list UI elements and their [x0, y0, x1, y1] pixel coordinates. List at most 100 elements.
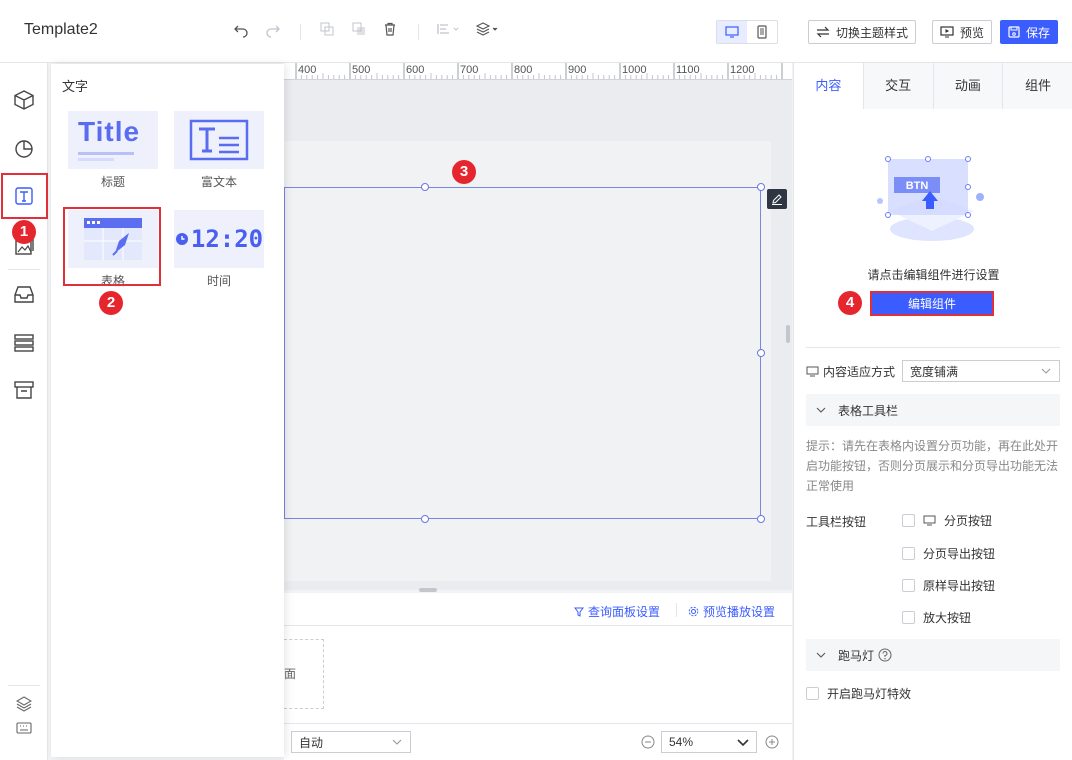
monitor-icon [725, 26, 739, 38]
tab-component[interactable]: 组件 [1003, 63, 1072, 109]
scale-mode-value: 自动 [299, 735, 324, 750]
selected-table-component[interactable] [284, 187, 761, 519]
checkbox-label: 放大按钮 [923, 611, 972, 625]
clock-icon: 12:20 [174, 210, 264, 268]
toolbar-buttons-label-text: 工具栏按钮 [806, 515, 867, 529]
query-panel-settings-link[interactable]: 查询面板设置 [574, 603, 660, 620]
chevron-down-icon [392, 739, 402, 745]
resize-handle-top[interactable] [421, 183, 429, 191]
table-toolbar-section[interactable]: 表格工具栏 [806, 394, 1060, 426]
edit-pen-icon[interactable] [767, 189, 787, 209]
marquee-section[interactable]: 跑马灯 [806, 639, 1060, 671]
layers-icon[interactable] [475, 22, 500, 40]
switch-theme-button[interactable]: 切换主题样式 [808, 20, 917, 44]
query-panel-settings-label: 查询面板设置 [588, 605, 661, 619]
toolbar-tip-text: 提示：请先在表格内设置分页功能，再在此处开启功能按钮，否则分页展示和分页导出功能… [806, 439, 1059, 493]
paste-icon[interactable] [350, 22, 368, 40]
checkbox-label: 分页导出按钮 [923, 547, 996, 561]
checkbox-zoom-button[interactable]: 放大按钮 [902, 609, 971, 626]
save-icon [1008, 26, 1020, 38]
save-button[interactable]: 保存 [1000, 20, 1059, 44]
desktop-view-button[interactable] [717, 21, 747, 43]
zoom-select[interactable]: 54% [661, 731, 757, 753]
edit-component-button[interactable]: 编辑组件 [872, 293, 992, 314]
edit-hint-text: 请点击编辑组件进行设置 [867, 268, 1000, 282]
form-list-icon[interactable] [10, 328, 38, 356]
chart-pie-icon[interactable] [10, 134, 38, 162]
vertical-scrollbar[interactable] [786, 325, 790, 343]
checkbox[interactable] [902, 547, 915, 560]
monitor-icon [806, 366, 819, 377]
help-icon[interactable] [878, 648, 892, 662]
align-icon[interactable] [437, 22, 461, 40]
title-text-icon: Title [68, 111, 158, 169]
top-toolbar: Template2 切换主题样式 预览 保存 [0, 0, 1072, 63]
checkbox-original-export[interactable]: 原样导出按钮 [902, 577, 995, 594]
step-badge-2: 2 [99, 291, 123, 315]
title-component-card[interactable]: Title 标题 [68, 111, 158, 190]
tab-content[interactable]: 内容 [794, 63, 864, 109]
gear-icon [688, 606, 699, 617]
rich-text-component-card[interactable]: 富文本 [174, 111, 264, 190]
canvas-area: 3 [284, 80, 792, 592]
tab-interaction[interactable]: 交互 [864, 63, 934, 109]
properties-tabs: 内容 交互 动画 组件 [794, 63, 1072, 109]
edit-component-highlight: 编辑组件 [870, 291, 994, 316]
ruler-ticks [295, 63, 783, 79]
title-component-label: 标题 [100, 175, 125, 189]
section-divider [806, 347, 1060, 348]
component-sidebar [0, 63, 48, 760]
mobile-view-button[interactable] [747, 21, 777, 43]
phone-icon [757, 25, 767, 39]
fit-mode-label-text: 内容适应方式 [823, 365, 896, 379]
flyout-title: 文字 [62, 79, 89, 94]
horizontal-scrollbar[interactable] [419, 588, 437, 592]
resize-handle-bottom-right[interactable] [757, 515, 765, 523]
zoom-in-icon[interactable] [765, 735, 779, 752]
checkbox-pagination-button[interactable]: 分页按钮 [902, 512, 992, 529]
tab-animation[interactable]: 动画 [934, 63, 1004, 109]
rich-text-icon [174, 111, 264, 169]
archive-icon[interactable] [10, 376, 38, 404]
3d-component-icon[interactable] [10, 86, 38, 114]
resize-handle-right[interactable] [757, 349, 765, 357]
scale-mode-select[interactable]: 自动 [291, 731, 411, 753]
save-label: 保存 [1026, 25, 1051, 40]
fit-mode-select[interactable]: 宽度铺满 [902, 360, 1060, 382]
bottom-panel-toolbar: 查询面板设置 预览播放设置 [284, 593, 792, 626]
checkbox-label: 分页按钮 [944, 514, 993, 528]
illustration-text: BTN [906, 180, 929, 192]
checkbox[interactable] [902, 514, 915, 527]
horizontal-ruler: 400 500 600 700 800 900 1000 1100 1200 [284, 63, 792, 80]
copy-icon[interactable] [318, 22, 336, 40]
delete-icon[interactable] [381, 22, 399, 40]
fit-mode-value: 宽度铺满 [910, 364, 959, 379]
toolbar-buttons-label: 工具栏按钮 [806, 513, 866, 530]
resize-handle-top-right[interactable] [757, 183, 765, 191]
checkbox[interactable] [902, 579, 915, 592]
preview-playback-settings-link[interactable]: 预览播放设置 [688, 603, 775, 620]
text-components-flyout: 文字 Title 标题 富文本 表格 12:20 时间 2 [51, 64, 284, 757]
monitor-icon [923, 515, 936, 526]
checkbox-marquee-effect[interactable]: 开启跑马灯特效 [806, 685, 911, 702]
checkbox[interactable] [806, 687, 819, 700]
sidebar-divider [8, 685, 40, 686]
table-card-highlight [63, 207, 161, 286]
checkbox-pagination-export[interactable]: 分页导出按钮 [902, 545, 995, 562]
preview-button[interactable]: 预览 [932, 20, 993, 44]
redo-icon[interactable] [264, 22, 282, 40]
step-badge-1: 1 [12, 220, 36, 244]
step-badge-4: 4 [838, 291, 862, 315]
inbox-icon[interactable] [10, 280, 38, 308]
time-component-card[interactable]: 12:20 时间 [174, 210, 264, 289]
undo-icon[interactable] [232, 22, 250, 40]
keyboard-icon[interactable] [10, 714, 38, 742]
rich-text-component-label: 富文本 [200, 175, 237, 189]
zoom-out-icon[interactable] [641, 735, 655, 752]
toolbar-divider [418, 24, 419, 40]
resize-handle-bottom[interactable] [421, 515, 429, 523]
table-toolbar-title: 表格工具栏 [838, 403, 899, 418]
zoom-value: 54% [669, 735, 694, 749]
checkbox[interactable] [902, 611, 915, 624]
sidebar-divider [8, 269, 40, 270]
